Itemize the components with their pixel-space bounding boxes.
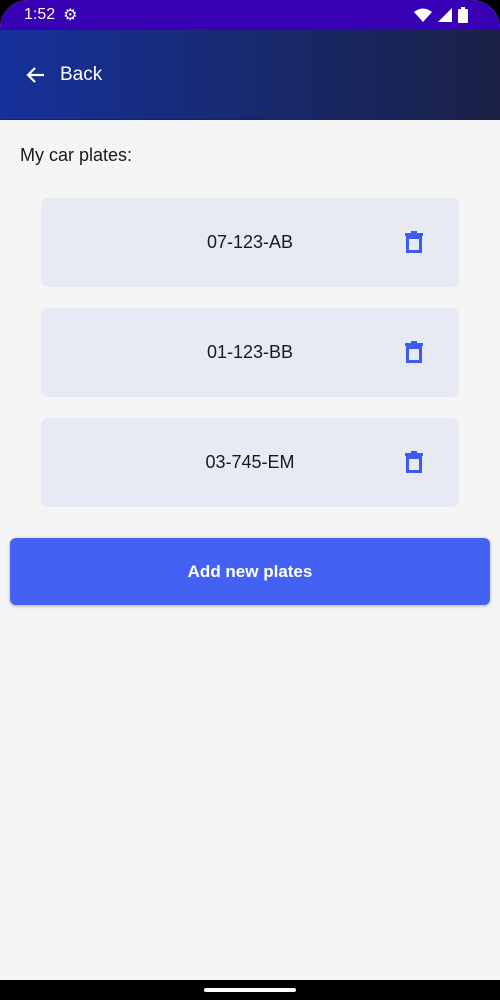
plate-number: 07-123-AB	[206, 232, 294, 252]
plate-number: 03-745-EM	[205, 452, 295, 472]
gear-icon: ⚙	[63, 7, 78, 24]
back-button[interactable]: Back	[24, 63, 102, 87]
status-bar: 1:52 ⚙	[0, 0, 500, 30]
arrow-left-icon	[26, 66, 44, 83]
page-title: My car plates:	[20, 145, 133, 165]
trash-icon[interactable]	[403, 230, 425, 254]
plate-item: 01-123-BB	[41, 308, 459, 397]
plate-item: 07-123-AB	[41, 198, 459, 287]
trash-icon[interactable]	[403, 340, 425, 364]
screen: 1:52 ⚙ Back My car plates: 07-123-AB 01-…	[0, 0, 500, 980]
home-indicator[interactable]	[204, 988, 296, 992]
signal-icon	[438, 8, 452, 22]
app-bar: Back	[0, 30, 500, 120]
plate-number: 01-123-BB	[206, 342, 294, 362]
back-label: Back	[60, 63, 103, 85]
status-time: 1:52	[24, 6, 56, 23]
wifi-icon	[414, 8, 432, 22]
battery-icon	[458, 7, 468, 23]
add-new-plates-button[interactable]: Add new plates	[10, 538, 490, 605]
plate-item: 03-745-EM	[41, 418, 459, 507]
trash-icon[interactable]	[403, 450, 425, 474]
